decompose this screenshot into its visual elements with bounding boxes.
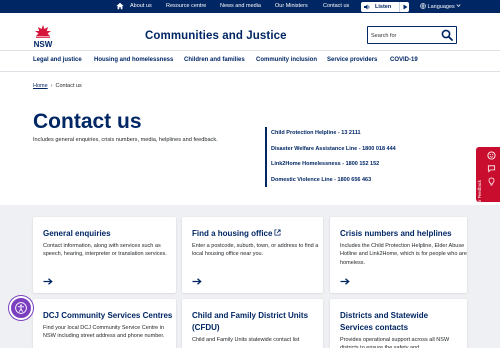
helpline-quicklinks: Child Protection Helpline - 13 2111 Disa… xyxy=(265,127,455,187)
utility-link-news-media[interactable]: News and media xyxy=(220,3,261,9)
helpline-child-protection[interactable]: Child Protection Helpline - 13 2111 xyxy=(271,130,361,136)
nav-housing-homelessness[interactable]: Housing and homelessness xyxy=(94,57,173,63)
card-description: Contact information, along with services… xyxy=(43,243,167,258)
card-general-enquiries[interactable]: General enquiries Contact information, a… xyxy=(33,217,176,293)
card-title[interactable]: General enquiries xyxy=(43,228,111,240)
card-title[interactable]: Child and Family District Units (CFDU) xyxy=(192,310,312,334)
logo-text: NSW xyxy=(34,40,53,49)
chat-bubble-icon xyxy=(487,165,496,173)
utility-link-about[interactable]: About us xyxy=(130,3,152,9)
arrow-right-icon[interactable] xyxy=(192,278,202,285)
card-description: Enter a postcode, suburb, town, or addre… xyxy=(192,243,319,258)
nav-covid-19[interactable]: COVID-19 xyxy=(390,57,418,63)
utility-link-contact[interactable]: Contact us xyxy=(323,3,349,9)
arrow-right-icon[interactable] xyxy=(340,278,350,285)
search-box xyxy=(367,26,457,44)
nav-legal-justice[interactable]: Legal and justice xyxy=(33,57,82,63)
card-description: Find your local DCJ Community Service Ce… xyxy=(43,325,165,340)
breadcrumb-home-link[interactable]: Home xyxy=(33,83,48,89)
card-find-housing-office[interactable]: Find a housing office Enter a postcode, … xyxy=(182,217,323,293)
speaker-icon xyxy=(364,4,370,9)
search-icon[interactable] xyxy=(441,29,453,41)
site-header: NSW Communities and Justice xyxy=(0,13,500,51)
breadcrumb-chevron-icon: › xyxy=(50,83,53,89)
card-description: Includes the Child Protection Helpline, … xyxy=(340,243,467,266)
card-description: Provides operational support across all … xyxy=(340,337,450,348)
card-title[interactable]: Find a housing office xyxy=(192,228,281,240)
card-title-text: Find a housing office xyxy=(192,229,273,238)
nav-children-families[interactable]: Children and families xyxy=(184,57,245,63)
arrow-right-icon[interactable] xyxy=(43,278,53,285)
nav-service-providers[interactable]: Service providers xyxy=(327,57,377,63)
globe-icon xyxy=(420,3,426,9)
languages-selector[interactable]: Languages xyxy=(420,3,461,10)
breadcrumb: Home › Contact us xyxy=(33,83,82,89)
helpline-domestic-violence[interactable]: Domestic Violence Line - 1800 656 463 xyxy=(271,177,371,183)
breadcrumb-current: Contact us xyxy=(55,83,82,89)
accessibility-button[interactable] xyxy=(9,296,33,320)
languages-label: Languages xyxy=(427,4,455,10)
search-input[interactable] xyxy=(371,29,439,42)
card-title[interactable]: Crisis numbers and helplines xyxy=(340,228,452,240)
page-title: Contact us xyxy=(33,110,142,133)
utility-link-resource-centre[interactable]: Resource centre xyxy=(166,3,206,9)
card-title[interactable]: DCJ Community Services Centres xyxy=(43,310,172,322)
chevron-down-icon xyxy=(456,4,461,8)
card-dcj-community-services[interactable]: DCJ Community Services Centres Find your… xyxy=(33,299,176,348)
card-districts-statewide[interactable]: Districts and Statewide Services contact… xyxy=(330,299,467,348)
accessibility-icon xyxy=(15,302,27,314)
site-title[interactable]: Communities and Justice xyxy=(145,30,287,42)
smiley-icon xyxy=(487,151,496,160)
feedback-label: Your Feedback xyxy=(477,180,482,209)
card-cfdu[interactable]: Child and Family District Units (CFDU) C… xyxy=(182,299,323,348)
feedback-tab[interactable]: Your Feedback xyxy=(476,147,500,208)
listen-label: Listen xyxy=(375,3,392,10)
play-icon[interactable] xyxy=(399,1,409,12)
nav-community-inclusion[interactable]: Community inclusion xyxy=(256,57,317,63)
helpline-disaster-welfare[interactable]: Disaster Welfare Assistance Line - 1800 … xyxy=(271,146,396,152)
home-icon[interactable] xyxy=(116,2,124,10)
helpline-link2home[interactable]: Link2Home Homelessness - 1800 152 152 xyxy=(271,161,379,167)
utility-bar: About us Resource centre News and media … xyxy=(0,0,500,13)
nsw-logo[interactable]: NSW xyxy=(32,24,54,54)
lightbulb-icon xyxy=(488,177,495,186)
main-navigation: Legal and justice Housing and homelessne… xyxy=(0,51,500,72)
external-link-icon xyxy=(274,229,281,236)
card-title[interactable]: Districts and Statewide Services contact… xyxy=(340,310,462,334)
card-crisis-numbers[interactable]: Crisis numbers and helplines Includes th… xyxy=(330,217,467,293)
utility-link-ministers[interactable]: Our Ministers xyxy=(275,3,308,9)
page-intro: Includes general enquiries, crisis numbe… xyxy=(33,137,218,143)
cards-section: General enquiries Contact information, a… xyxy=(0,205,500,348)
card-description: Child and Family Units statewide contact… xyxy=(192,337,300,343)
listen-button[interactable]: Listen xyxy=(361,1,409,12)
